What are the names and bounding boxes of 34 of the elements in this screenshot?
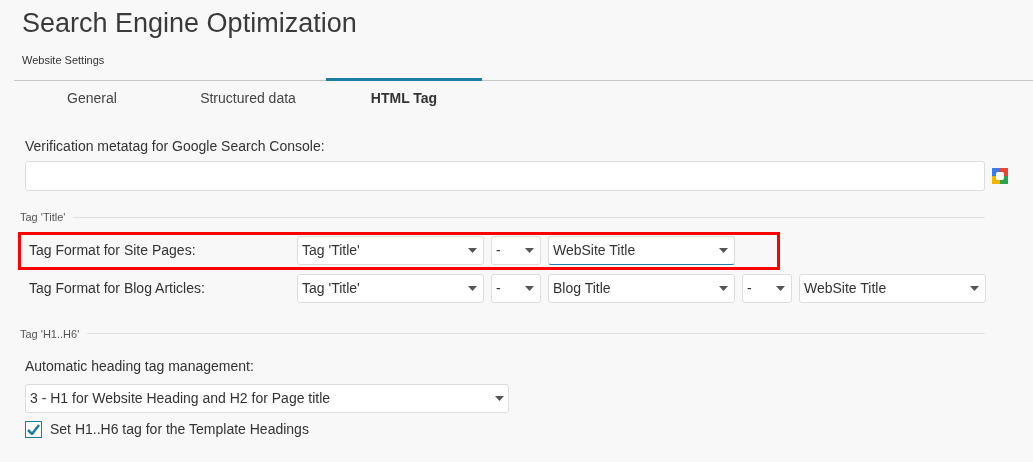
page-subtitle: Website Settings <box>22 53 105 68</box>
google-plus-icon[interactable] <box>992 168 1008 184</box>
dropdown[interactable]: Tag 'Title' <box>297 274 484 303</box>
checkbox[interactable] <box>25 421 42 438</box>
caret-icon <box>525 286 534 291</box>
dropdown[interactable]: WebSite Title <box>799 274 986 303</box>
caret-icon <box>719 286 728 291</box>
dropdown[interactable]: Blog Title <box>548 274 735 303</box>
checkmark-icon <box>27 424 40 435</box>
caret-icon <box>776 286 785 291</box>
row-label: Tag Format for Blog Articles: <box>29 279 206 298</box>
section-heading: Tag 'H1..H6' <box>20 326 80 342</box>
caret-icon <box>468 248 477 253</box>
caret-icon <box>525 248 534 253</box>
tab[interactable]: Structured data <box>170 81 326 116</box>
dropdown[interactable]: - <box>491 274 541 303</box>
input-field[interactable] <box>25 161 985 191</box>
caret-icon <box>719 248 728 253</box>
section-heading: Tag 'Title' <box>20 210 66 225</box>
field-label: Verification metatag for Google Search Console: <box>25 138 325 154</box>
caret-icon <box>970 286 979 291</box>
dropdown[interactable]: 3 - H1 for Website Heading and H2 for Page title <box>25 384 509 413</box>
dropdown[interactable]: Tag 'Title' <box>297 236 484 265</box>
tab[interactable]: HTML Tag <box>326 78 482 116</box>
dropdown[interactable]: - <box>742 274 792 303</box>
row-label: Tag Format for Site Pages: <box>29 241 197 260</box>
tab[interactable]: General <box>14 81 170 116</box>
checkbox-label: Set H1..H6 tag for the Template Headings <box>50 420 309 439</box>
field-label: Automatic heading tag management: <box>25 358 254 374</box>
page-title: Search Engine Optimization <box>22 7 357 40</box>
caret-icon <box>495 396 504 401</box>
dropdown[interactable]: - <box>491 236 541 265</box>
caret-icon <box>468 286 477 291</box>
dropdown[interactable]: WebSite Title <box>548 236 735 265</box>
